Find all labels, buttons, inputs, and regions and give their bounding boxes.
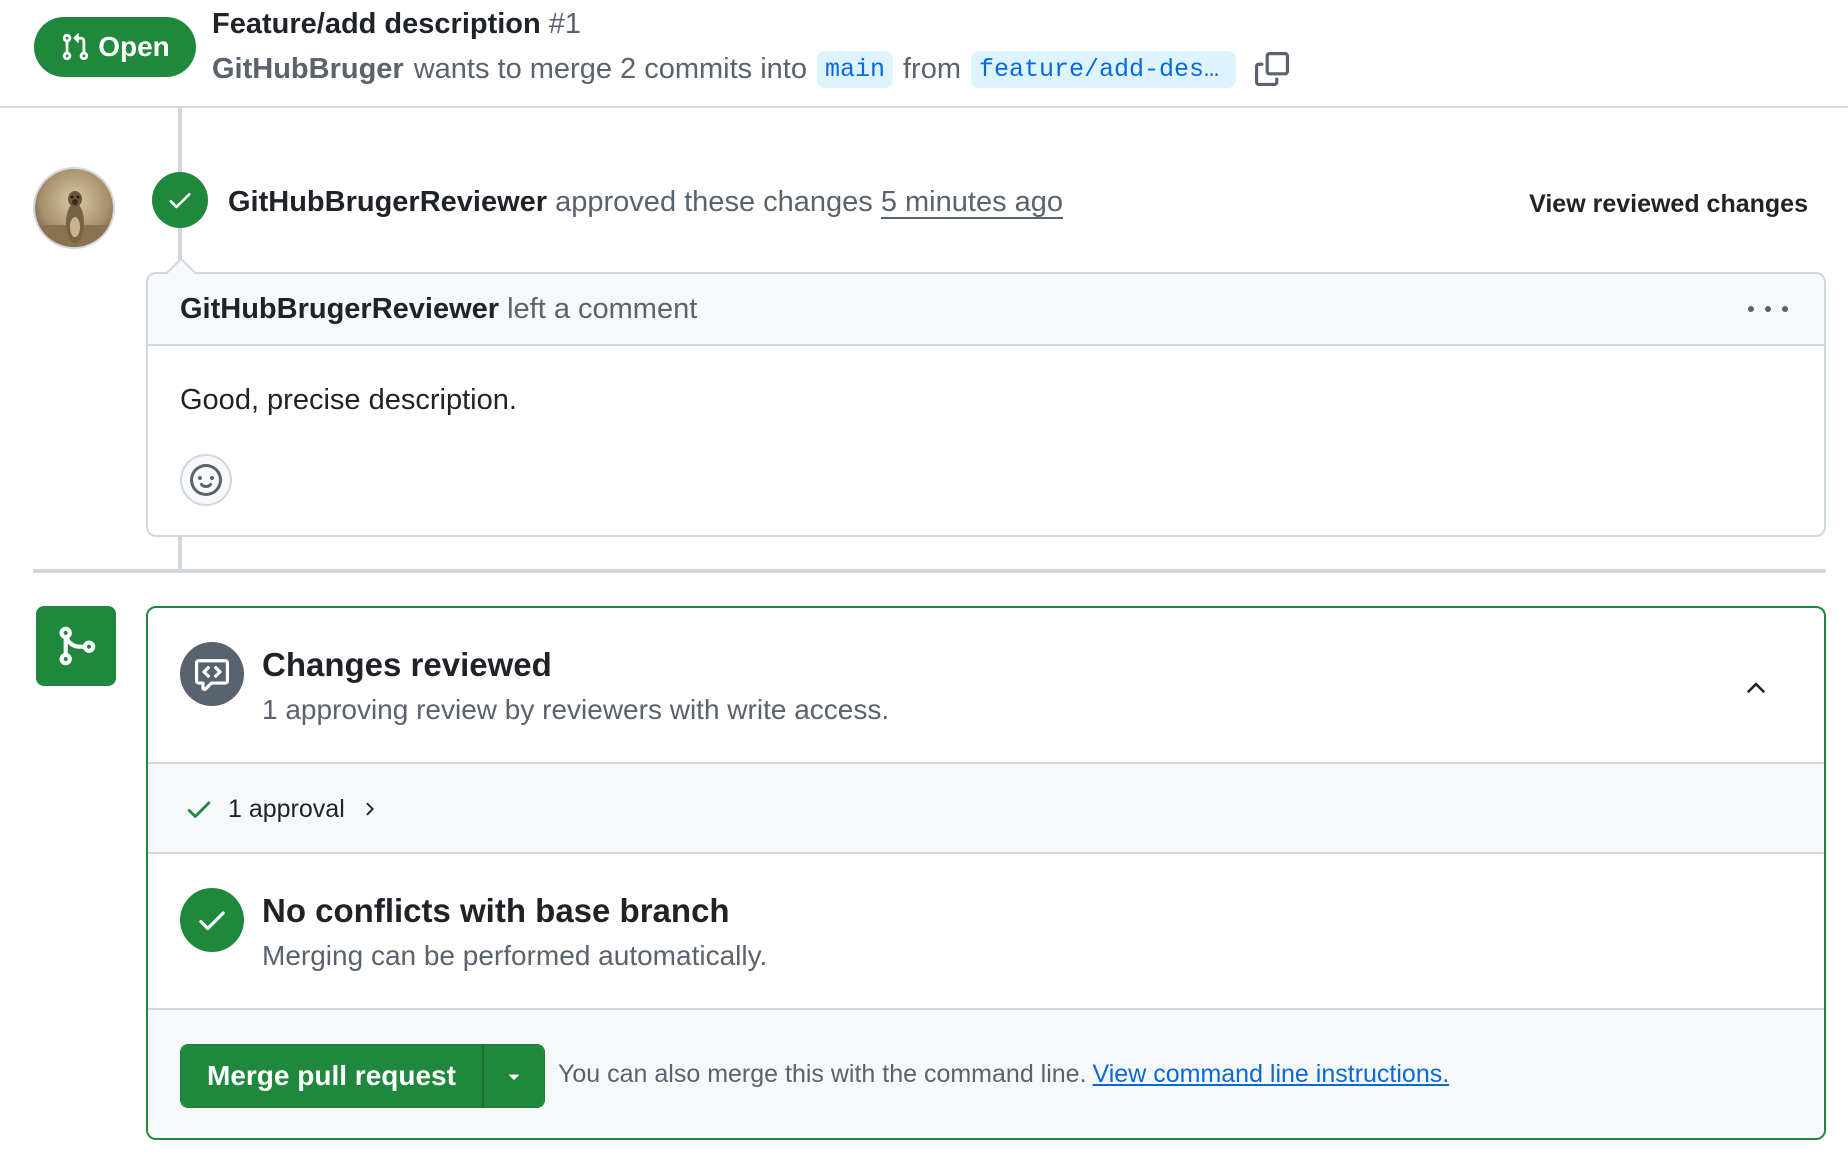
merge-action-section: Merge pull request You can also merge th… <box>148 1010 1824 1138</box>
kebab-dot-icon <box>1765 306 1771 312</box>
base-branch-label[interactable]: main <box>816 50 893 88</box>
view-reviewed-changes-button[interactable]: View reviewed changes <box>1529 190 1808 219</box>
pr-meta: GitHubBruger wants to merge 2 commits in… <box>212 48 1292 90</box>
check-icon <box>169 193 191 209</box>
command-line-instructions-link[interactable]: View command line instructions. <box>1093 1060 1450 1088</box>
pr-from-text: from <box>903 52 961 85</box>
review-event-header: GitHubBrugerReviewer approved these chan… <box>228 186 1063 219</box>
comment-action-text: left a comment <box>507 292 698 325</box>
comment-options-button[interactable] <box>1748 294 1788 324</box>
pr-number: #1 <box>548 8 581 40</box>
pr-author-link[interactable]: GitHubBruger <box>212 53 404 86</box>
cli-hint-text: You can also merge this with the command… <box>558 1060 1087 1088</box>
changes-reviewed-title: Changes reviewed <box>262 646 552 683</box>
merge-button-group: Merge pull request <box>180 1044 545 1108</box>
cli-hint: You can also merge this with the command… <box>558 1060 1449 1089</box>
triangle-down-icon <box>508 1074 519 1080</box>
approvals-label: 1 approval <box>228 794 345 823</box>
conflicts-subtitle: Merging can be performed automatically. <box>262 940 768 971</box>
timeline-divider <box>33 569 1826 573</box>
approvals-section: 1 approval <box>148 764 1824 854</box>
kebab-dot-icon <box>1748 306 1754 312</box>
copy-branch-button[interactable] <box>1252 49 1292 89</box>
collapse-reviews-button[interactable] <box>1736 668 1776 708</box>
merge-method-dropdown[interactable] <box>481 1045 544 1107</box>
pr-header: Open Feature/add description #1 GitHubBru… <box>0 0 1848 108</box>
pr-title-text: Feature/add description <box>212 8 541 40</box>
review-timestamp-link[interactable]: 5 minutes ago <box>881 186 1063 218</box>
timeline-line <box>178 108 182 172</box>
add-reaction-button[interactable] <box>180 454 232 506</box>
review-status-icon <box>180 642 244 706</box>
code-review-icon <box>195 659 229 691</box>
approved-badge <box>152 172 208 228</box>
chevron-up-icon <box>1747 682 1765 693</box>
review-comment: GitHubBrugerReviewer left a comment Good… <box>146 272 1826 537</box>
comment-header: GitHubBrugerReviewer left a comment <box>148 274 1824 346</box>
check-icon <box>187 801 211 818</box>
timeline-line <box>178 537 182 569</box>
changes-reviewed-section: Changes reviewed 1 approving review by r… <box>148 608 1824 764</box>
check-icon <box>199 911 225 931</box>
kebab-dot-icon <box>1782 306 1788 312</box>
chevron-right-icon <box>366 802 374 816</box>
conflicts-status-icon <box>180 888 244 952</box>
merge-box: Changes reviewed 1 approving review by r… <box>146 606 1826 1140</box>
pr-merge-text: wants to merge 2 commits into <box>413 52 807 85</box>
avatar-image <box>35 169 113 247</box>
comment-author-link[interactable]: GitHubBrugerReviewer <box>180 293 499 326</box>
pr-state-label: Open <box>98 31 170 62</box>
conflicts-section: No conflicts with base branch Merging ca… <box>148 854 1824 1010</box>
review-action-text: approved these changes <box>555 186 873 218</box>
comment-body: Good, precise description. <box>180 384 517 416</box>
reviewer-avatar[interactable] <box>33 167 115 249</box>
merge-pull-request-button[interactable]: Merge pull request <box>181 1045 482 1107</box>
copy-icon <box>1255 52 1289 86</box>
git-pull-request-icon <box>63 33 89 61</box>
pr-state-badge: Open <box>34 17 196 77</box>
pr-title: Feature/add description #1 <box>212 8 581 41</box>
changes-reviewed-subtitle: 1 approving review by reviewers with wri… <box>262 694 890 725</box>
reviewer-name-link[interactable]: GitHubBrugerReviewer <box>228 186 547 218</box>
head-branch-label[interactable]: feature/add-description <box>971 50 1236 88</box>
git-merge-icon <box>59 626 96 666</box>
approvals-toggle[interactable]: 1 approval <box>184 790 379 828</box>
conflicts-title: No conflicts with base branch <box>262 892 730 929</box>
merge-status-icon <box>36 606 116 686</box>
smiley-icon <box>190 464 222 496</box>
